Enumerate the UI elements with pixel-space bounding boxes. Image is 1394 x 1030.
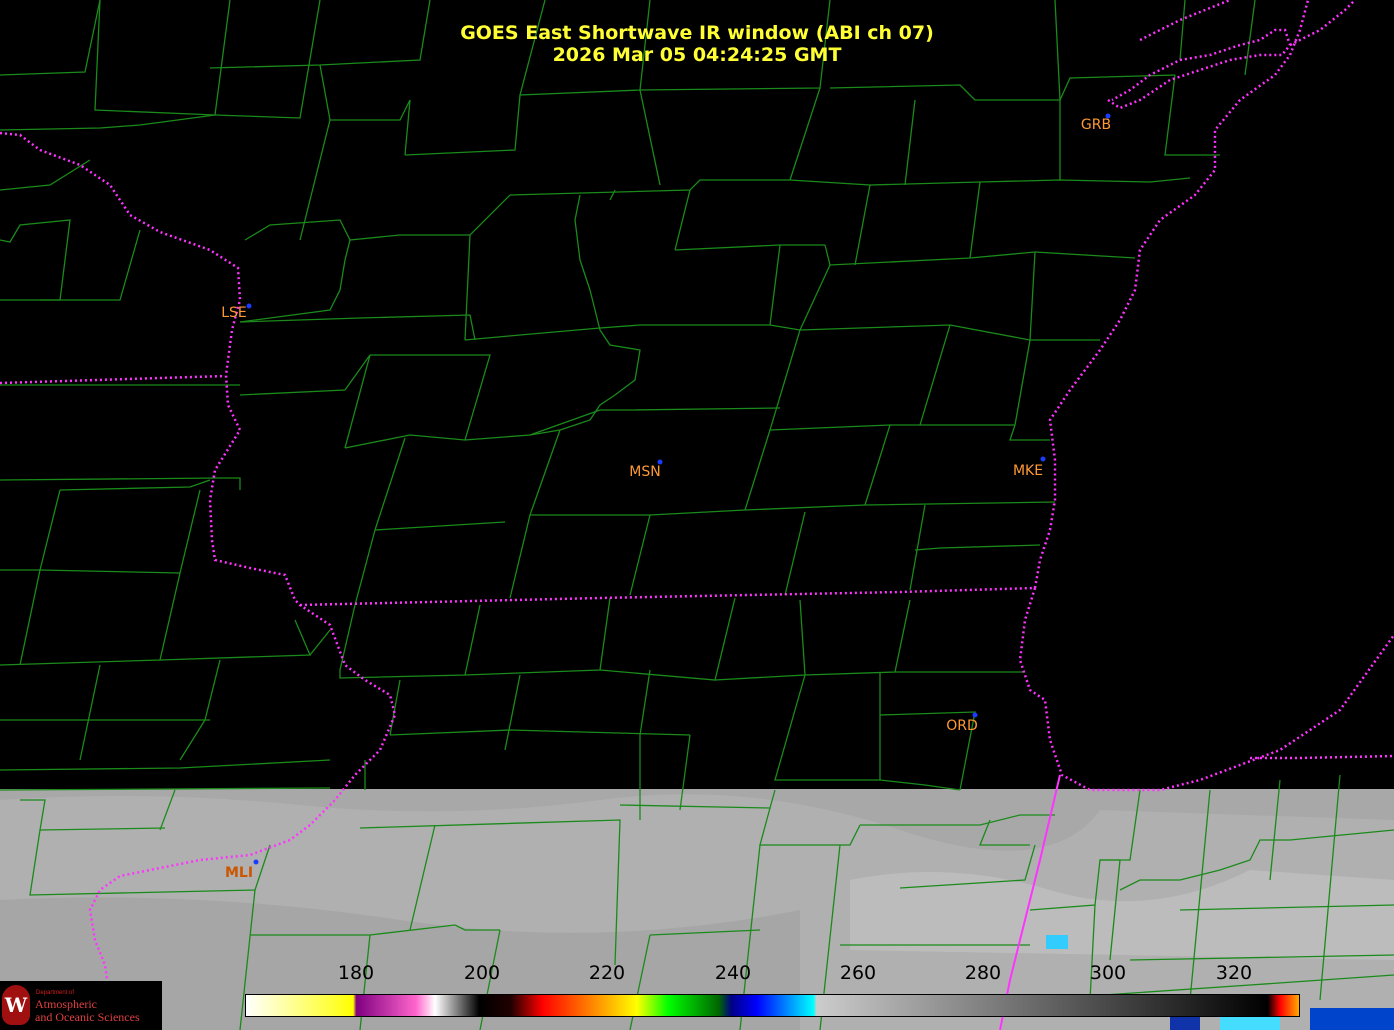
city-label-lse: LSE	[221, 305, 247, 321]
map-title: GOES East Shortwave IR window (ABI ch 07…	[460, 22, 934, 44]
satellite-map	[0, 0, 1394, 1030]
logo-department: Department of	[36, 990, 75, 996]
city-dot-ord	[972, 712, 978, 718]
aos-logo: W Department of Atmospheric and Oceanic …	[0, 981, 162, 1030]
logo-line2: and Oceanic Sciences	[35, 1010, 140, 1024]
city-label-grb: GRB	[1080, 117, 1112, 133]
city-label-msn: MSN	[629, 464, 661, 480]
city-dot-lse	[246, 303, 252, 309]
city-dot-mke	[1040, 456, 1046, 462]
uw-seal-icon: W	[2, 985, 30, 1025]
map-timestamp: 2026 Mar 05 04:24:25 GMT	[552, 44, 842, 66]
city-dot-mli	[253, 859, 259, 865]
city-label-mli: MLI	[224, 865, 254, 881]
city-label-mke: MKE	[1012, 463, 1044, 479]
city-label-ord: ORD	[946, 718, 978, 734]
